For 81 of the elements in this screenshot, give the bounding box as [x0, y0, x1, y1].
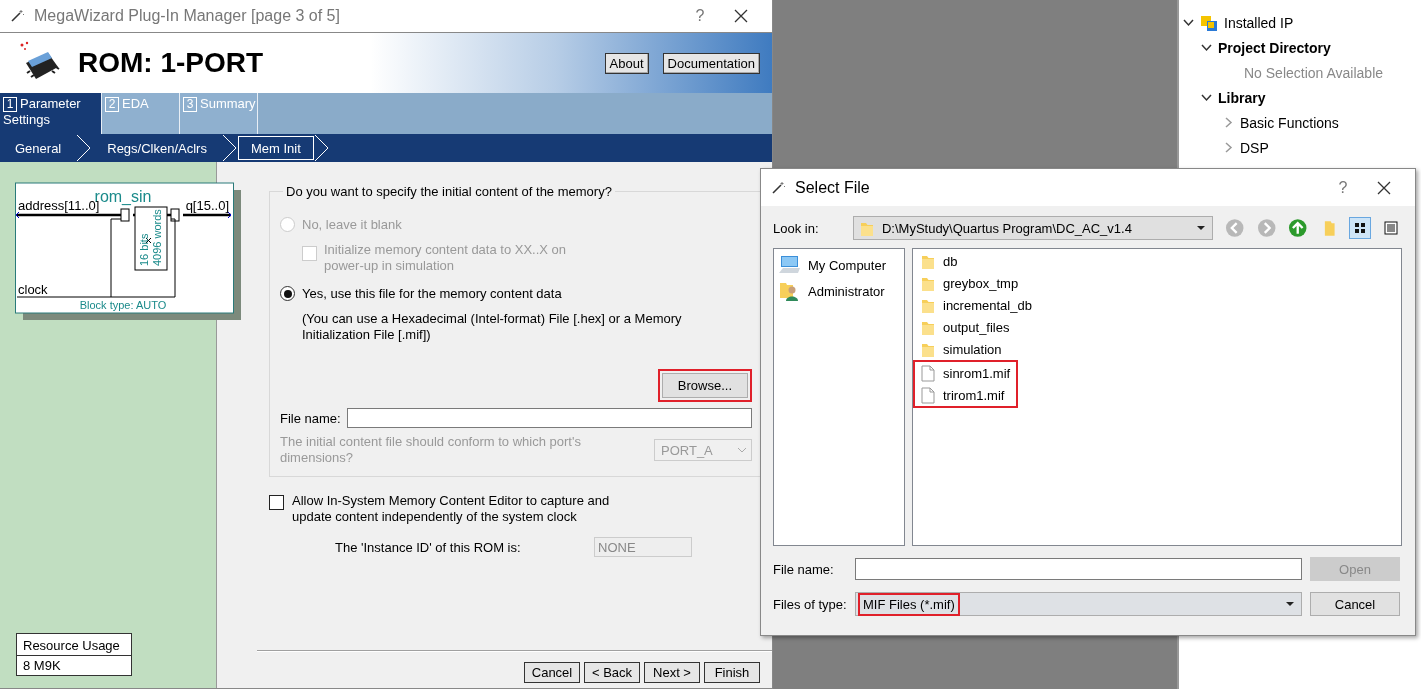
close-icon[interactable] [734, 9, 748, 23]
port-question: The initial content file should conform to which port's dimensions? [280, 434, 582, 466]
wizard-step[interactable]: Regs/Clken/Aclrs [92, 137, 222, 159]
close-icon[interactable] [1377, 180, 1391, 195]
file-item[interactable]: simulation [917, 338, 1008, 360]
caret-icon [1285, 601, 1295, 607]
instance-id-field: NONE [594, 537, 692, 557]
wizard-heading: ROM: 1-PORT [78, 47, 265, 79]
empty-message: No Selection Available [1244, 64, 1384, 81]
field-label: File name: [280, 410, 341, 426]
ip-icon [1200, 13, 1218, 32]
checkbox-label: Allow In-System Memory Content Editor to capture and update content independently of the system clock [292, 493, 611, 525]
wizard-step[interactable]: General [0, 137, 77, 159]
block-type-label: Block type: AUTO [79, 299, 167, 311]
file-item[interactable]: sinrom1.mif [917, 362, 1017, 384]
user-folder-icon [778, 280, 800, 302]
checkbox[interactable] [269, 495, 284, 510]
browse-button[interactable]: Browse... [661, 373, 748, 398]
wand-icon [771, 180, 785, 195]
wand-icon [10, 9, 24, 23]
chevron-icon [221, 134, 238, 162]
view-toggle[interactable] [1349, 217, 1371, 239]
file-type-dropdown[interactable]: MIF Files (*.mif) [855, 592, 1302, 616]
tree-item[interactable]: Library [1218, 89, 1266, 106]
tree-item[interactable]: Basic Functions [1240, 114, 1339, 131]
collapsed-chevron-icon[interactable] [1223, 117, 1234, 128]
tree-item[interactable]: Project Directory [1218, 39, 1331, 56]
tree-item[interactable]: DSP [1240, 139, 1269, 156]
file-item[interactable]: incremental_db [917, 294, 1038, 316]
list-view-icon [1384, 221, 1399, 235]
wizard-tab[interactable]: 1 Parameter Settings [0, 93, 102, 134]
field-label: Files of type: [773, 596, 848, 612]
radio-label: No, leave it blank [302, 217, 402, 232]
radio-button[interactable] [280, 286, 295, 301]
hint-text: (You can use a Hexadecimal (Intel-format) File [.hex] or a Memory Initialization File [.mif]) [302, 311, 683, 343]
computer-icon [778, 254, 800, 276]
checkbox-label: Initialize memory content data to XX..X on power-up in simulation [324, 242, 568, 274]
caret-icon [737, 447, 747, 453]
memory-depth-label: 4096 words [151, 209, 163, 266]
expanded-chevron-icon[interactable] [1201, 42, 1212, 53]
radio-label: Yes, use this file for the memory content data [302, 286, 562, 301]
grid-view-icon [1352, 221, 1367, 235]
window-title: Select File [795, 178, 871, 197]
field-label: Look in: [773, 220, 820, 236]
window-title: MegaWizard Plug-In Manager [page 3 of 5] [34, 7, 341, 25]
footer-button[interactable]: Next > [644, 662, 700, 683]
file-item[interactable]: greybox_tmp [917, 272, 1025, 294]
header-button[interactable]: Documentation [662, 52, 760, 74]
footer-button[interactable]: < Back [584, 662, 640, 683]
place-item[interactable]: Administrator [774, 278, 904, 304]
header-button[interactable]: About [604, 52, 649, 74]
resource-value: 8 M9K [22, 657, 62, 675]
expanded-chevron-icon[interactable] [1183, 17, 1194, 28]
footer-button[interactable]: Finish [704, 662, 760, 683]
collapsed-chevron-icon[interactable] [1223, 142, 1234, 153]
path-dropdown[interactable]: D:\MyStudy\Quartus Program\DC_AC_v1.4 [852, 216, 1214, 240]
group-title: Do you want to specify the initial content of the memory? [285, 184, 613, 199]
file-name-field[interactable] [855, 558, 1302, 580]
file-icon [921, 386, 935, 404]
cancel-button[interactable]: Cancel [1310, 592, 1400, 616]
field-label: File name: [773, 561, 835, 577]
help-button[interactable]: ? [1329, 178, 1357, 197]
resource-title: Resource Usage [17, 634, 131, 656]
help-button[interactable]: ? [686, 7, 714, 25]
file-item[interactable]: trirom1.mif [917, 384, 1011, 406]
caret-icon [1196, 225, 1207, 231]
field-label: The 'Instance ID' of this ROM is: [335, 539, 522, 555]
port-label: q[15..0] [185, 198, 229, 213]
file-icon [921, 364, 935, 382]
file-item[interactable]: db [917, 250, 964, 272]
file-item[interactable]: output_files [917, 316, 1016, 338]
memory-width-label: 16 bits [138, 233, 150, 266]
chevron-icon [313, 134, 330, 162]
tree-item[interactable]: Installed IP [1224, 14, 1294, 31]
wizard-step[interactable]: Mem Init [237, 136, 314, 160]
chevron-icon [76, 134, 93, 162]
file-name-field[interactable] [346, 408, 752, 428]
port-label: clock [18, 282, 48, 297]
place-item[interactable]: My Computer [774, 252, 904, 278]
expanded-chevron-icon[interactable] [1201, 92, 1212, 103]
footer-button[interactable]: Cancel [524, 662, 580, 683]
